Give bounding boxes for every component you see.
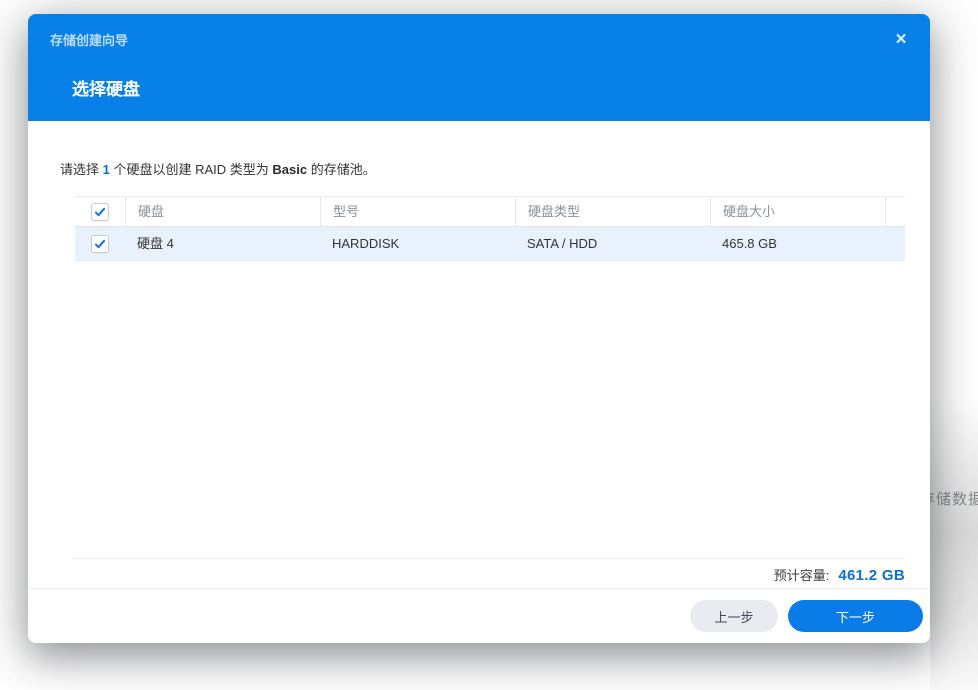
column-header-spacer (885, 197, 905, 226)
select-all-cell (75, 197, 125, 226)
next-button[interactable]: 下一步 (788, 600, 923, 632)
cell-spacer (885, 227, 905, 260)
storage-wizard-dialog: 存储创建向导 × 选择硬盘 请选择 1 个硬盘以创建 RAID 类型为 Basi… (28, 14, 930, 643)
cell-disk-size: 465.8 GB (722, 236, 777, 251)
row-checkbox-cell (75, 227, 125, 260)
estimated-capacity-label: 预计容量: (773, 568, 830, 583)
table-header-row: 硬盘 型号 硬盘类型 硬盘大小 (75, 197, 905, 227)
column-header-disk[interactable]: 硬盘 (125, 197, 320, 226)
column-header-type[interactable]: 硬盘类型 (515, 197, 710, 226)
table-row[interactable]: 硬盘 4 HARDDISK SATA / HDD 465.8 GB (75, 227, 905, 261)
instruction-part1: 请选择 (60, 162, 103, 177)
dialog-header: 存储创建向导 × 选择硬盘 (28, 14, 930, 121)
checkmark-icon (94, 207, 106, 216)
instruction-part2: 个硬盘以创建 RAID 类型为 (109, 162, 273, 177)
content-divider (72, 558, 905, 559)
cell-disk-name: 硬盘 4 (137, 236, 174, 251)
instruction-text: 请选择 1 个硬盘以创建 RAID 类型为 Basic 的存储池。 (60, 159, 376, 178)
cell-disk-type: SATA / HDD (527, 236, 598, 251)
estimated-capacity-value: 461.2 GB (838, 567, 905, 584)
cell-disk-model: HARDDISK (332, 236, 400, 251)
raid-type: Basic (272, 162, 308, 177)
checkmark-icon (94, 239, 106, 248)
select-all-checkbox[interactable] (91, 202, 109, 221)
column-header-size[interactable]: 硬盘大小 (710, 197, 885, 226)
background-shadow-band (930, 400, 978, 690)
disk-count: 1 (102, 162, 110, 177)
close-icon[interactable]: × (886, 24, 916, 54)
column-header-model[interactable]: 型号 (320, 197, 515, 226)
back-button[interactable]: 上一步 (690, 600, 778, 632)
window-title: 存储创建向导 (50, 33, 129, 48)
disk-table: 硬盘 型号 硬盘类型 硬盘大小 硬盘 4 HARDDISK SATA / HDD… (75, 196, 905, 261)
footer-divider (28, 588, 930, 589)
estimated-capacity: 预计容量: 461.2 GB (774, 565, 905, 584)
row-checkbox[interactable] (91, 234, 109, 253)
instruction-part3: 的存储池。 (307, 162, 376, 177)
step-title: 选择硬盘 (72, 80, 140, 99)
